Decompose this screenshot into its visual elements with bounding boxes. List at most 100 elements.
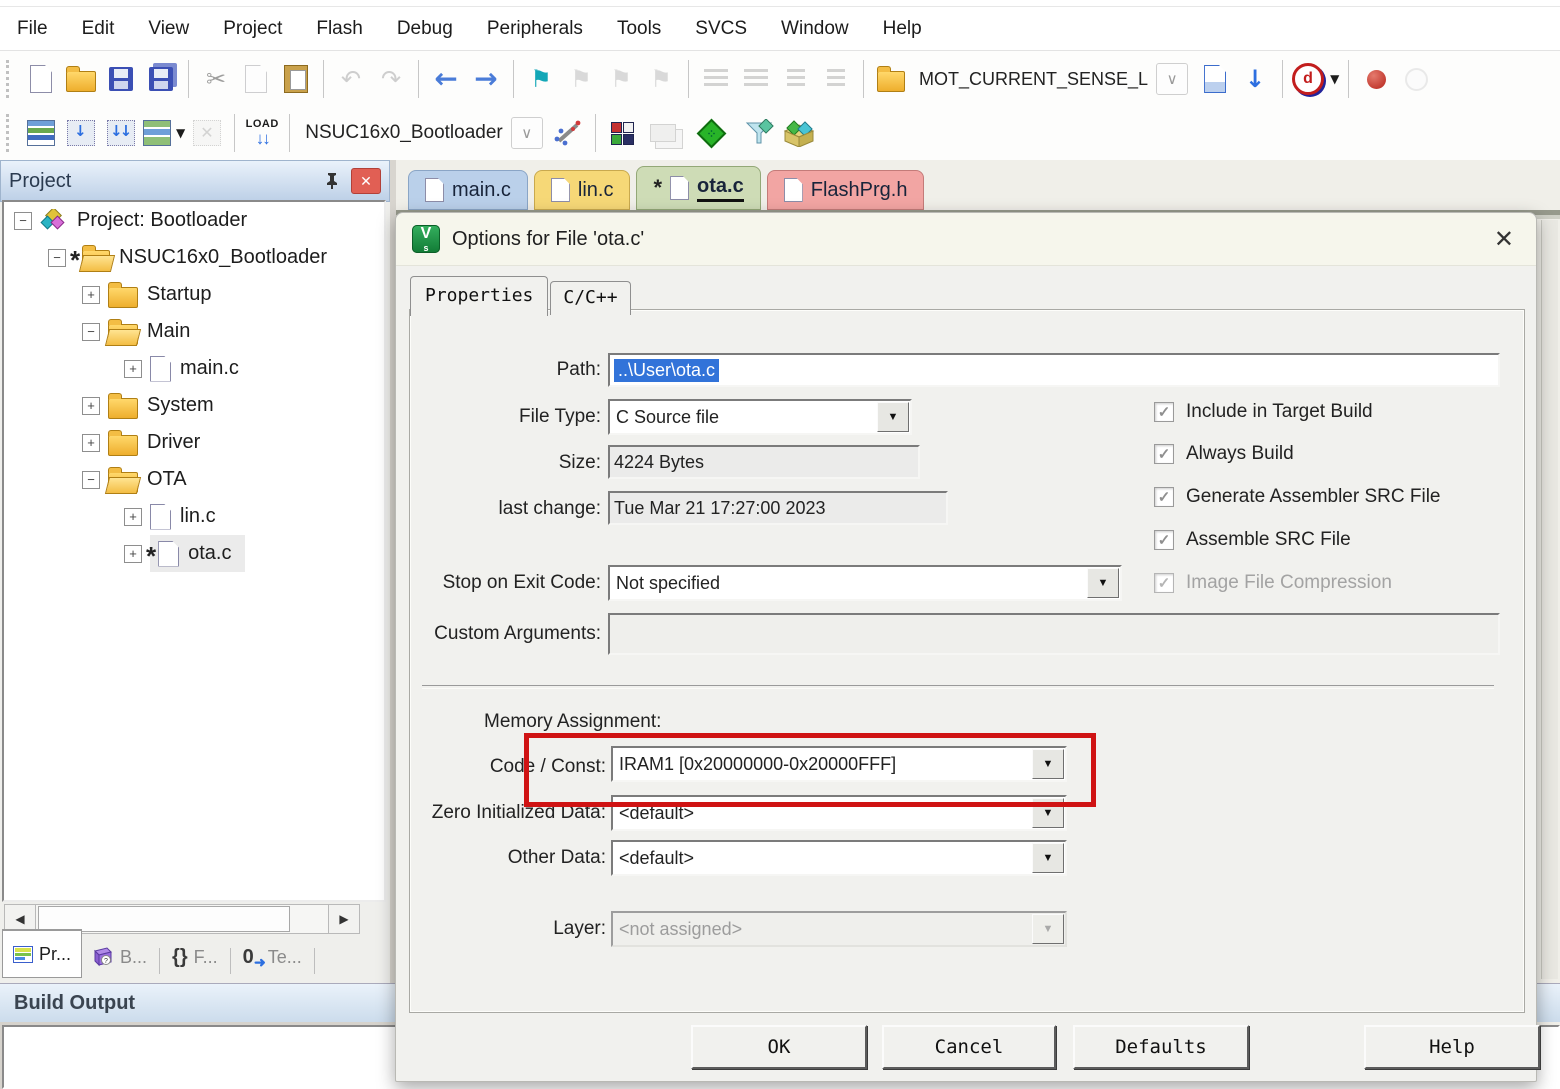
tree-item-driver[interactable]: + Driver — [4, 424, 384, 461]
new-file-button[interactable] — [22, 58, 60, 100]
menu-file[interactable]: File — [0, 18, 65, 40]
build-button[interactable]: ↓ — [62, 112, 100, 154]
file-type-combo[interactable]: C Source file ▼ — [608, 399, 912, 435]
menu-window[interactable]: Window — [764, 18, 866, 40]
menu-svcs[interactable]: SVCS — [678, 18, 764, 40]
editor-tab-flashprg-h[interactable]: FlashPrg.h — [767, 170, 925, 210]
expand-icon[interactable]: + — [82, 397, 100, 415]
manage-project-items-button[interactable] — [604, 112, 642, 154]
tab-templates-view[interactable]: 0➜ Te... — [233, 936, 312, 978]
pin-panel-button[interactable] — [319, 168, 345, 194]
ok-button[interactable]: OK — [691, 1025, 867, 1069]
tree-item-ota-c[interactable]: + * ota.c — [4, 535, 384, 572]
code-const-combo[interactable]: IRAM1 [0x20000000-0x20000FFF] ▼ — [611, 746, 1067, 782]
tree-item-system[interactable]: + System — [4, 387, 384, 424]
tab-functions-view[interactable]: {} F... — [162, 936, 228, 978]
undo-button[interactable]: ↶ — [332, 58, 370, 100]
debug-dropdown-arrow-icon[interactable]: ▼ — [1330, 72, 1339, 86]
enable-breakpoint-button[interactable] — [1397, 58, 1435, 100]
tree-item-ota-group[interactable]: − OTA — [4, 461, 384, 498]
editor-tab-ota-c[interactable]: * ota.c — [636, 166, 760, 210]
menu-help[interactable]: Help — [866, 18, 939, 40]
navigate-forward-button[interactable]: → — [467, 58, 505, 100]
window-layout-button[interactable] — [644, 112, 682, 154]
bookmark-previous-button[interactable]: ⚑ — [562, 58, 600, 100]
zero-initialized-data-combo[interactable]: <default> ▼ — [611, 795, 1067, 831]
save-button[interactable] — [102, 58, 140, 100]
tab-books-view[interactable]: ? B... — [82, 936, 157, 978]
navigate-back-button[interactable]: ← — [427, 58, 465, 100]
include-in-target-build-checkbox[interactable]: ✓ Include in Target Build — [1154, 401, 1373, 423]
paste-button[interactable] — [277, 58, 315, 100]
collapse-icon[interactable]: − — [82, 323, 100, 341]
dropdown-arrow-icon[interactable]: ▼ — [1032, 798, 1064, 828]
options-for-target-button[interactable] — [549, 112, 587, 154]
cancel-button[interactable]: Cancel — [882, 1025, 1056, 1069]
translate-button[interactable] — [22, 112, 60, 154]
indent-button[interactable] — [697, 58, 735, 100]
find-in-files-button[interactable] — [872, 58, 910, 100]
dropdown-arrow-icon[interactable]: ▼ — [1032, 749, 1064, 779]
bookmark-clear-button[interactable]: ⚑ — [642, 58, 680, 100]
find-next-button[interactable]: ↓ — [1236, 58, 1274, 100]
cut-button[interactable]: ✂ — [197, 58, 235, 100]
expand-icon[interactable]: + — [124, 360, 142, 378]
bookmark-next-button[interactable]: ⚑ — [602, 58, 640, 100]
copy-button[interactable] — [237, 58, 275, 100]
tree-item-main-group[interactable]: − Main — [4, 313, 384, 350]
close-panel-button[interactable]: ✕ — [351, 168, 381, 194]
custom-arguments-field[interactable] — [608, 613, 1500, 655]
save-all-button[interactable] — [142, 58, 180, 100]
tree-item-lin-c[interactable]: + lin.c — [4, 498, 384, 535]
insert-breakpoint-button[interactable] — [1357, 58, 1395, 100]
expand-icon[interactable]: + — [124, 545, 142, 563]
uncomment-button[interactable] — [817, 58, 855, 100]
other-data-combo[interactable]: <default> ▼ — [611, 840, 1067, 876]
scroll-right-button[interactable]: ▶ — [328, 904, 360, 934]
collapse-icon[interactable]: − — [48, 249, 66, 267]
tab-properties[interactable]: Properties — [410, 276, 548, 316]
bookmark-toggle-button[interactable]: ⚑ — [522, 58, 560, 100]
expand-icon[interactable]: + — [82, 434, 100, 452]
defaults-button[interactable]: Defaults — [1073, 1025, 1249, 1069]
menu-flash[interactable]: Flash — [299, 18, 379, 40]
help-button[interactable]: Help — [1364, 1025, 1540, 1069]
download-button[interactable]: LOAD ↓↓ — [243, 112, 281, 154]
lookup-button[interactable] — [1196, 58, 1234, 100]
menu-view[interactable]: View — [131, 18, 206, 40]
always-build-checkbox[interactable]: ✓ Always Build — [1154, 443, 1294, 465]
menu-project[interactable]: Project — [206, 18, 299, 40]
tab-project-view[interactable]: Pr... — [2, 929, 82, 978]
target-select-combo[interactable]: NSUC16x0_Bootloader ∨ — [297, 115, 543, 151]
select-software-packs-button[interactable] — [740, 112, 778, 154]
generate-assembler-src-checkbox[interactable]: ✓ Generate Assembler SRC File — [1154, 486, 1441, 508]
collapse-icon[interactable]: − — [82, 471, 100, 489]
search-target-combo[interactable]: MOT_CURRENT_SENSE_L ∨ — [911, 61, 1188, 97]
tree-item-target[interactable]: − * NSUC16x0_Bootloader — [4, 239, 384, 276]
editor-tab-main-c[interactable]: main.c — [408, 170, 528, 210]
dialog-close-button[interactable]: ✕ — [1488, 225, 1520, 254]
batch-build-dropdown-icon[interactable]: ▼ — [176, 126, 185, 140]
menu-debug[interactable]: Debug — [380, 18, 470, 40]
dropdown-arrow-icon[interactable]: ▼ — [877, 402, 909, 432]
outdent-button[interactable] — [737, 58, 775, 100]
collapse-icon[interactable]: − — [14, 212, 32, 230]
debug-session-button[interactable]: d▼ — [1291, 58, 1340, 100]
menu-edit[interactable]: Edit — [65, 18, 132, 40]
chevron-down-icon[interactable]: ∨ — [1156, 63, 1188, 95]
tree-item-startup[interactable]: + Startup — [4, 276, 384, 313]
batch-build-button[interactable]: ▼ — [142, 112, 186, 154]
dropdown-arrow-icon[interactable]: ▼ — [1032, 843, 1064, 873]
tree-item-main-c[interactable]: + main.c — [4, 350, 384, 387]
editor-tab-lin-c[interactable]: lin.c — [534, 170, 631, 210]
path-field[interactable]: ..\User\ota.c — [608, 353, 1500, 387]
stop-on-exit-combo[interactable]: Not specified ▼ — [608, 565, 1122, 601]
dropdown-arrow-icon[interactable]: ▼ — [1087, 568, 1119, 598]
redo-button[interactable]: ↷ — [372, 58, 410, 100]
manage-run-time-environment-button[interactable] — [693, 112, 731, 154]
tree-item-project[interactable]: − Project: Bootloader — [4, 202, 384, 239]
chevron-down-icon[interactable]: ∨ — [511, 117, 543, 149]
comment-button[interactable] — [777, 58, 815, 100]
editor-vertical-scrollbar[interactable] — [1541, 220, 1558, 979]
tab-c-cpp[interactable]: C/C++ — [550, 281, 630, 315]
